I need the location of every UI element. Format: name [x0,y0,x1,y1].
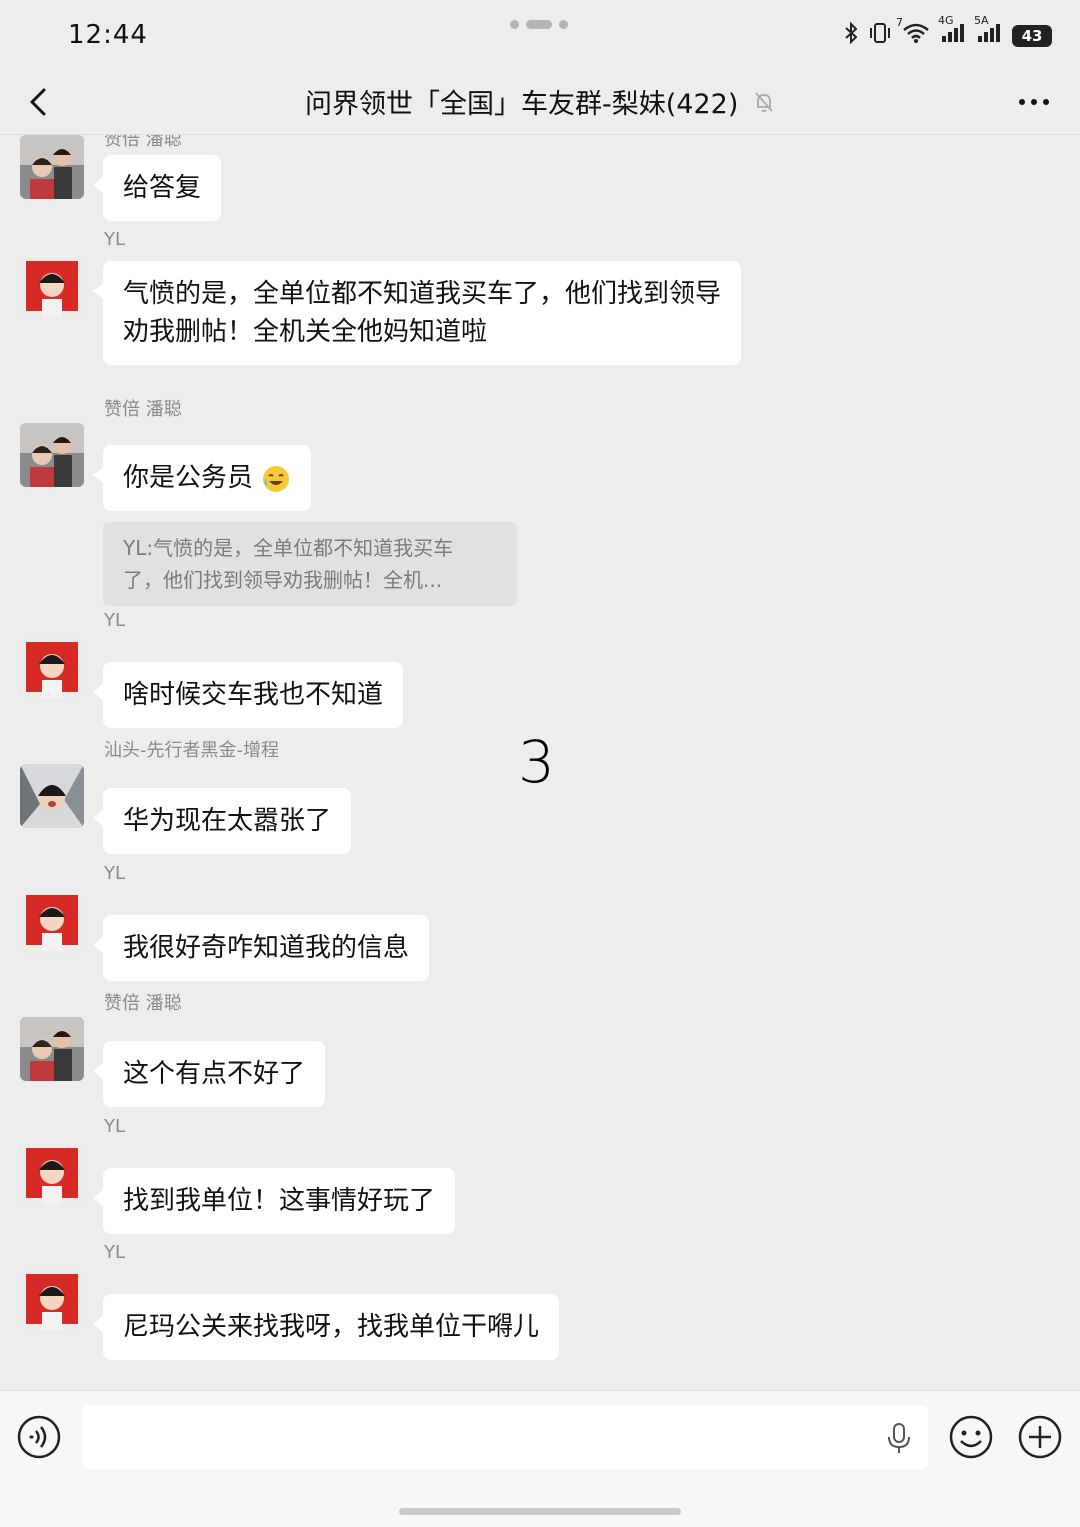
quote-line: YL:气愤的是，全单位都不知道我买车 [123,536,454,560]
vibrate-icon [868,22,892,49]
plus-icon[interactable] [1017,1414,1063,1460]
emoji-icon[interactable] [948,1414,994,1460]
avatar-couple[interactable] [20,135,84,199]
sender-name: 赞倍 潘聪 [104,399,182,420]
signal-5a-icon: 5A [974,14,1002,49]
signal-5a-label: 5A [974,14,989,27]
mic-icon[interactable] [884,1421,914,1455]
sender-name: 赞倍 潘聪 [104,993,182,1014]
sender-name: 汕头-先行者黑金-增程 [104,740,279,761]
avatar-red-shirt[interactable] [20,257,84,321]
message-bubble[interactable]: 你是公务员 [92,445,312,511]
avatar-red-shirt[interactable] [20,891,84,955]
avatar-selfie[interactable] [20,764,84,828]
message-bubble[interactable]: 找到我单位！这事情好玩了 [92,1168,456,1234]
message-bubble[interactable]: 华为现在太嚣张了 [92,788,352,854]
chat-title-text: 问界领世「全国」车友群-梨妹(422) [305,89,739,120]
more-dots-icon[interactable] [1016,82,1052,122]
bluetooth-icon [844,21,858,49]
laugh-cry-emoji-icon [261,463,291,493]
sender-name: 赞倍 潘聪 [104,135,182,150]
message-bubble[interactable]: 这个有点不好了 [92,1041,326,1107]
sender-name: YL [104,229,126,250]
avatar-couple[interactable] [20,1017,84,1081]
message-line: 气愤的是，全单位都不知道我买车了，他们找到领导 [123,279,722,309]
home-indicator[interactable] [399,1508,681,1515]
chat-header: 问界领世「全国」车友群-梨妹(422) [0,70,1080,135]
sender-name: YL [104,863,126,884]
avatar-red-shirt[interactable] [20,1144,84,1208]
message-bubble[interactable]: 啥时候交车我也不知道 [92,662,404,728]
sender-name: YL [104,1116,126,1137]
message-input[interactable] [82,1405,928,1469]
message-bubble[interactable]: 给答复 [92,155,222,221]
voice-icon[interactable] [16,1414,62,1460]
quoted-message[interactable]: YL:气愤的是，全单位都不知道我买车 了，他们找到领导劝我删帖！全机... [103,522,517,606]
status-icons: 7 4G 5A 43 [844,14,1052,49]
wifi-icon: 7 [896,16,930,49]
message-line: 劝我删帖！全机关全他妈知道啦 [123,317,488,347]
avatar-red-shirt[interactable] [20,638,84,702]
mute-bell-icon [753,90,775,121]
signal-4g-icon: 4G [938,14,966,49]
sender-name: YL [104,1242,126,1263]
message-bubble[interactable]: 气愤的是，全单位都不知道我买车了，他们找到领导 劝我删帖！全机关全他妈知道啦 [92,261,742,365]
avatar-couple[interactable] [20,423,84,487]
message-text: 你是公务员 [123,463,254,493]
status-time: 12:44 [68,20,148,50]
input-bar [0,1390,1080,1527]
status-bar: 12:44 7 4G 5A 43 [0,0,1080,70]
battery-icon: 43 [1012,24,1052,47]
multitask-dots[interactable] [510,20,568,29]
avatar-red-shirt[interactable] [20,1270,84,1334]
chat-title: 问界领世「全国」车友群-梨妹(422) [0,82,1080,121]
message-bubble[interactable]: 尼玛公关来找我呀，找我单位干嘚儿 [92,1294,560,1360]
signal-4g-label: 4G [938,14,954,27]
overlay-number: 3 [518,728,555,796]
quote-line: 了，他们找到领导劝我删帖！全机... [123,568,443,592]
message-bubble[interactable]: 我很好奇咋知道我的信息 [92,915,430,981]
sender-name: YL [104,610,126,631]
wifi-badge: 7 [896,16,903,29]
